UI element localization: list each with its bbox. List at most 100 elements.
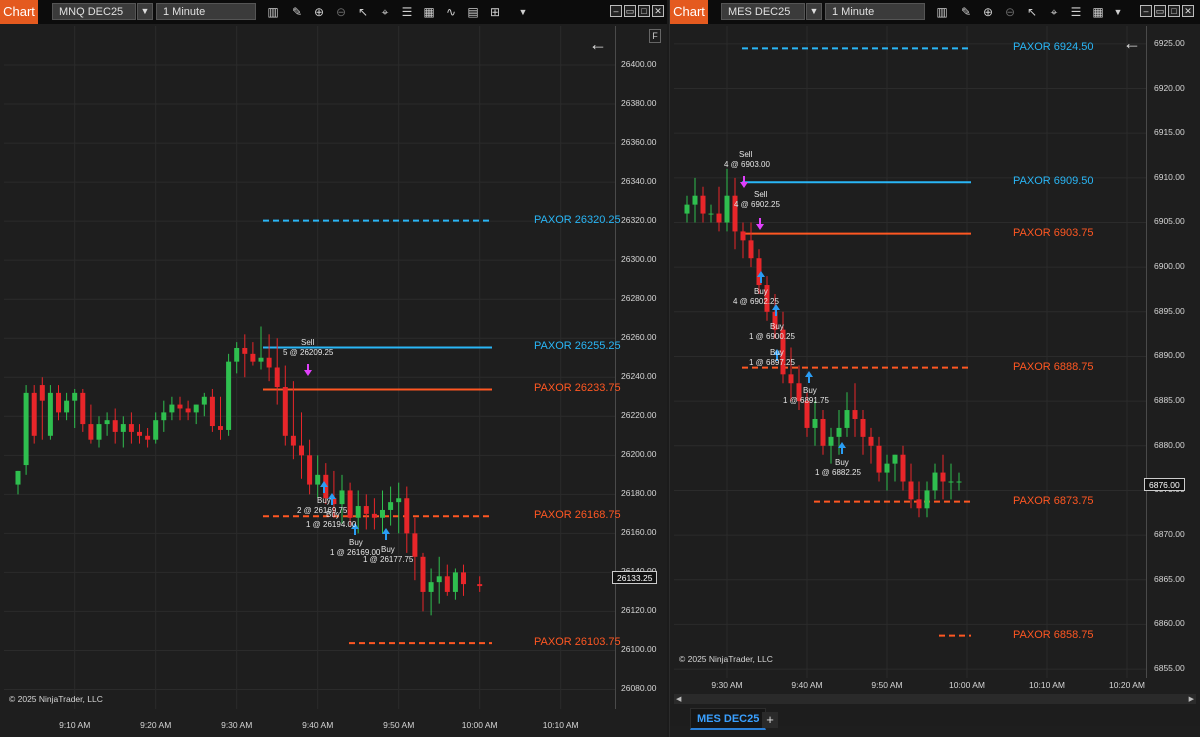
candle-body[interactable] — [193, 404, 199, 413]
candle-body[interactable] — [932, 472, 938, 491]
candle-body[interactable] — [80, 392, 86, 425]
indicator-icon[interactable]: ∿ — [443, 4, 459, 20]
restore-window-icon[interactable]: ▭ — [1154, 5, 1166, 17]
share-icon[interactable]: ⊞ — [487, 4, 503, 20]
candle-body[interactable] — [828, 436, 834, 446]
candle-body[interactable] — [23, 392, 29, 466]
candle-body[interactable] — [396, 498, 402, 503]
candle-body[interactable] — [299, 445, 304, 456]
close-window-icon[interactable]: ✕ — [652, 5, 664, 17]
sell-arrow-icon[interactable] — [756, 218, 764, 230]
candle-body[interactable] — [836, 427, 842, 437]
candle-body[interactable] — [924, 490, 930, 509]
candle-body[interactable] — [209, 396, 215, 427]
zoom-in-icon[interactable]: ⊕ — [311, 4, 327, 20]
instrument-selector[interactable]: MES DEC25 — [721, 3, 805, 20]
add-tab-button[interactable]: + — [762, 712, 778, 728]
pencil-icon[interactable]: ✎ — [958, 4, 974, 20]
scroll-right-icon[interactable]: ▶ — [1189, 695, 1194, 703]
candle-body[interactable] — [900, 454, 906, 482]
candle-body[interactable] — [307, 455, 313, 485]
candle-body[interactable] — [916, 499, 922, 509]
bar-chart-icon[interactable]: ▥ — [265, 4, 281, 20]
candle-body[interactable] — [876, 445, 882, 473]
close-window-icon[interactable]: ✕ — [1182, 5, 1194, 17]
minimize-window-icon[interactable]: – — [1140, 5, 1152, 17]
candle-body[interactable] — [380, 509, 385, 518]
horizontal-scrollbar[interactable]: ◀ ▶ — [674, 694, 1196, 704]
zoom-out-icon[interactable]: ⊖ — [333, 4, 349, 20]
zoom-in-icon[interactable]: ⊕ — [980, 4, 996, 20]
candle-body[interactable] — [250, 353, 256, 362]
candle-body[interactable] — [290, 435, 296, 446]
restore-window-icon[interactable]: ▭ — [624, 5, 636, 17]
candle-body[interactable] — [282, 387, 288, 436]
candle-body[interactable] — [940, 472, 946, 482]
candle-body[interactable] — [684, 204, 690, 214]
chevron-down-icon[interactable]: ▼ — [137, 3, 153, 20]
candle-body[interactable] — [242, 347, 248, 354]
buy-arrow-icon[interactable] — [805, 371, 813, 383]
candle-body[interactable] — [153, 420, 159, 440]
candle-body[interactable] — [892, 454, 898, 464]
bar-chart-icon[interactable]: ▥ — [934, 4, 950, 20]
candle-body[interactable] — [852, 410, 858, 419]
candle-body[interactable] — [788, 374, 794, 384]
candle-body[interactable] — [226, 361, 232, 430]
candle-body[interactable] — [444, 576, 450, 592]
candle-body[interactable] — [716, 213, 722, 223]
candle-body[interactable] — [740, 231, 746, 241]
candle-body[interactable] — [88, 424, 94, 440]
more-options-icon[interactable]: ▼ — [1110, 4, 1126, 20]
candle-body[interactable] — [266, 357, 272, 368]
candle-body[interactable] — [948, 481, 954, 483]
candle-body[interactable] — [452, 572, 458, 592]
tab-mes-dec25[interactable]: MES DEC25 — [690, 708, 767, 730]
chart-canvas-mnq[interactable] — [4, 26, 616, 709]
candle-body[interactable] — [860, 418, 866, 437]
chevron-down-icon[interactable]: ▼ — [806, 3, 822, 20]
candle-body[interactable] — [956, 481, 962, 483]
maximize-window-icon[interactable]: □ — [638, 5, 650, 17]
candle-body[interactable] — [39, 385, 45, 401]
candle-body[interactable] — [274, 367, 280, 388]
candle-body[interactable] — [128, 424, 134, 432]
candle-body[interactable] — [218, 426, 223, 430]
candle-body[interactable] — [844, 410, 850, 428]
buy-arrow-icon[interactable] — [382, 528, 390, 540]
candle-body[interactable] — [371, 513, 377, 518]
candle-body[interactable] — [315, 474, 321, 485]
candle-body[interactable] — [700, 195, 706, 214]
candle-body[interactable] — [812, 418, 818, 428]
crosshair-icon[interactable]: ⌖ — [1046, 4, 1062, 20]
candle-body[interactable] — [347, 490, 353, 518]
candle-body[interactable] — [72, 392, 78, 401]
candle-body[interactable] — [692, 195, 698, 205]
candle-body[interactable] — [868, 436, 874, 446]
sell-arrow-icon[interactable] — [304, 364, 312, 376]
chart-menu-button[interactable]: Chart — [0, 0, 38, 24]
candle-body[interactable] — [884, 463, 890, 473]
f-toggle-button[interactable]: F — [649, 29, 661, 43]
candle-body[interactable] — [145, 435, 151, 440]
pencil-icon[interactable]: ✎ — [289, 4, 305, 20]
interval-selector[interactable]: 1 Minute — [825, 3, 925, 20]
back-arrow-icon[interactable]: ← — [1123, 33, 1141, 54]
candle-body[interactable] — [234, 347, 240, 362]
properties-icon[interactable]: ☰ — [1068, 4, 1084, 20]
chart-menu-button[interactable]: Chart — [670, 0, 708, 24]
candle-body[interactable] — [339, 490, 345, 505]
candle-body[interactable] — [724, 195, 730, 223]
candle-body[interactable] — [47, 392, 53, 436]
chart-canvas-mes[interactable] — [674, 26, 1147, 678]
candle-body[interactable] — [169, 404, 175, 413]
candle-body[interactable] — [185, 408, 191, 413]
candle-body[interactable] — [420, 556, 426, 592]
candle-body[interactable] — [15, 470, 21, 485]
candle-body[interactable] — [355, 506, 361, 518]
candle-body[interactable] — [461, 572, 466, 585]
candle-body[interactable] — [436, 576, 442, 583]
candle-body[interactable] — [908, 481, 914, 500]
candle-body[interactable] — [64, 400, 70, 413]
candle-body[interactable] — [412, 533, 418, 557]
